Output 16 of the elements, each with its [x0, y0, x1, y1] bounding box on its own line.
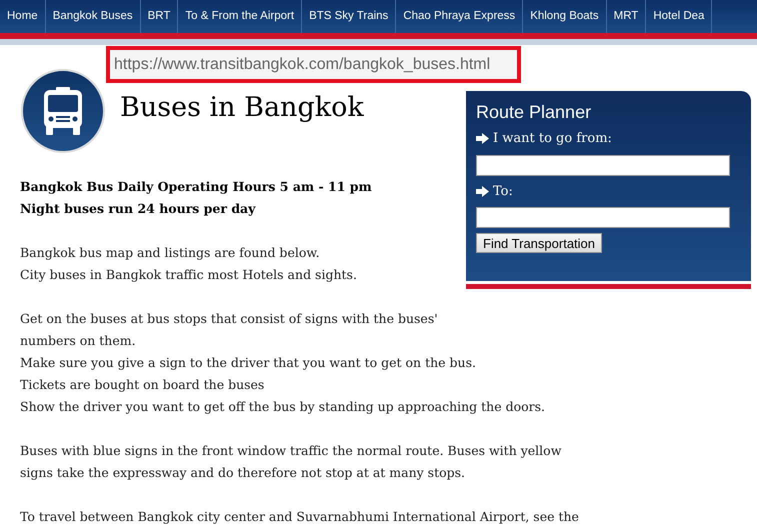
arrow-icon — [476, 133, 489, 144]
paragraph: Get on the buses at bus stops that consist of signs with the buses' numbers on them. Make sure you give a sign to the driver that you want to get on the bus. Tickets are bought on board the buses Show the driver you want to get off the bus by standing up approaching the doors. — [20, 310, 546, 416]
paragraph: Bangkok bus map and listings are found below. City buses in Bangkok traffic most Hotels and sights. — [20, 244, 357, 284]
paragraph: To travel between Bangkok city center and Suvarnabhumi International Airport, see the — [20, 508, 579, 526]
field-label: To: — [493, 182, 513, 200]
input-field[interactable] — [476, 154, 730, 176]
field-label: I want to go from: — [493, 130, 612, 148]
paragraph: Buses with blue signs in the front window traffic the normal route. Buses with yellow signs take the expressway and do therefore not stop at at many stops. — [20, 442, 562, 482]
find-transportation-button[interactable]: Find Transportation — [476, 233, 602, 253]
input-field[interactable] — [476, 207, 730, 228]
panel-title: Route Planner — [476, 101, 592, 123]
paragraph: Bangkok Bus Daily Operating Hours 5 am - 11 pm Night buses run 24 hours per day — [20, 178, 372, 218]
url-callout: https://www.transitbangkok.com/bangkok_buses.html — [106, 46, 521, 83]
arrow-icon — [476, 186, 489, 197]
page-title: Buses in Bangkok — [120, 90, 364, 125]
bus-icon — [20, 68, 106, 154]
